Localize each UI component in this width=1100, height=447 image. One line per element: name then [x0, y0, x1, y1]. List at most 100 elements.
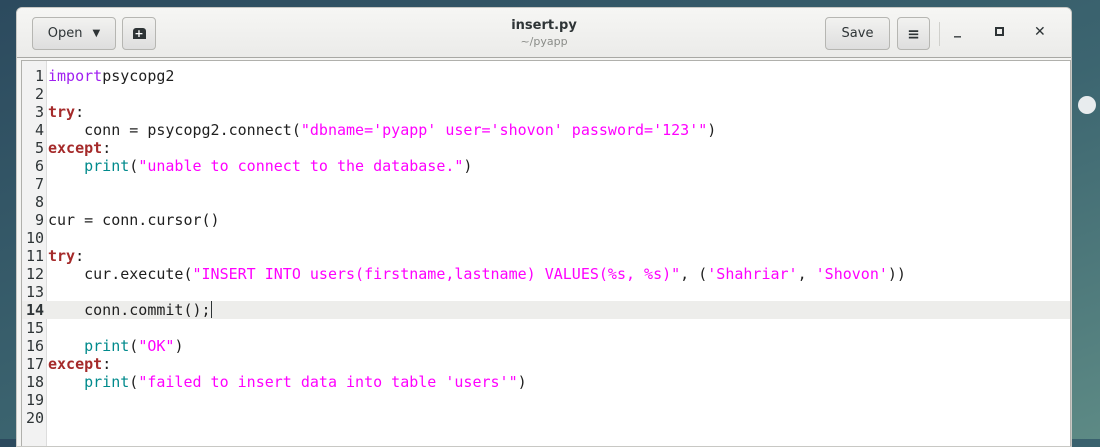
line-number: 13 [25, 283, 44, 301]
line-number: 10 [25, 229, 44, 247]
code-line[interactable]: 3 try: [22, 103, 1070, 121]
code-line[interactable]: 4 conn = psycopg2.connect("dbname='pyapp… [22, 121, 1070, 139]
code-text: conn.commit(); [48, 301, 212, 319]
save-button[interactable]: Save [825, 17, 890, 50]
code-token: conn.commit(); [48, 301, 211, 319]
code-token: ( [129, 337, 139, 355]
code-text: importpsycopg2 [48, 67, 174, 85]
close-button[interactable]: ✕ [1034, 24, 1046, 40]
code-token: except [48, 139, 103, 157]
text-cursor [210, 301, 212, 318]
desktop-icon [1078, 96, 1096, 114]
code-text: print("OK") [48, 337, 183, 355]
code-line[interactable]: 18 print("failed to insert data into tab… [22, 373, 1070, 391]
code-line[interactable]: 13 [22, 283, 1070, 301]
code-token: ( [129, 157, 139, 175]
code-line[interactable]: 10 [22, 229, 1070, 247]
maximize-button[interactable] [995, 27, 1004, 36]
code-line[interactable]: 15 [22, 319, 1070, 337]
code-token: 'Shovon' [815, 265, 888, 283]
code-token: print [48, 157, 130, 175]
line-number: 17 [25, 355, 44, 373]
code-token: , ( [680, 265, 708, 283]
code-token: ( [129, 373, 139, 391]
line-number: 12 [25, 265, 44, 283]
code-token: cur.execute( [48, 265, 193, 283]
code-token: ) [174, 337, 184, 355]
code-text: try: [48, 247, 84, 265]
line-number: 8 [34, 193, 44, 211]
code-token: "INSERT INTO users(firstname,lastname) V… [192, 265, 681, 283]
line-number: 9 [34, 211, 44, 229]
code-text: except: [48, 355, 111, 373]
code-line[interactable]: 7 [22, 175, 1070, 193]
code-token: 'Shahriar' [707, 265, 798, 283]
code-token: print [48, 373, 130, 391]
code-token: try [48, 247, 76, 265]
code-token: "OK" [138, 337, 175, 355]
code-token: , [797, 265, 816, 283]
close-icon: ✕ [1034, 24, 1046, 40]
code-token: cur = conn.cursor() [48, 211, 220, 229]
line-number: 5 [34, 139, 44, 157]
code-line[interactable]: 1 importpsycopg2 [22, 67, 1070, 85]
line-number: 14 [25, 301, 44, 319]
code-line[interactable]: 14 conn.commit(); [22, 301, 1070, 319]
menu-button[interactable]: ≡ [897, 17, 930, 50]
code-line[interactable]: 17 except: [22, 355, 1070, 373]
divider [939, 22, 940, 46]
code-line[interactable]: 12 cur.execute("INSERT INTO users(firstn… [22, 265, 1070, 283]
code-text: cur.execute("INSERT INTO users(firstname… [48, 265, 906, 283]
code-line[interactable]: 6 print("unable to connect to the databa… [22, 157, 1070, 175]
code-text: print("failed to insert data into table … [48, 373, 527, 391]
header-bar: Open ▼ + insert.py ~/pyapp Save ≡ _ ✕ [17, 8, 1071, 58]
save-label: Save [841, 26, 874, 41]
line-number: 18 [25, 373, 44, 391]
code-token: "dbname='pyapp' user='shovon' password='… [300, 121, 708, 139]
line-number: 15 [25, 319, 44, 337]
code-line[interactable]: 5 except: [22, 139, 1070, 157]
code-token: print [48, 337, 130, 355]
line-number: 11 [25, 247, 44, 265]
code-line[interactable]: 20 [22, 409, 1070, 427]
code-token: : [75, 247, 85, 265]
line-number: 7 [34, 175, 44, 193]
line-number: 4 [34, 121, 44, 139]
code-token: import [48, 67, 103, 85]
code-token: )) [887, 265, 906, 283]
code-text: conn = psycopg2.connect("dbname='pyapp' … [48, 121, 716, 139]
line-number: 16 [25, 337, 44, 355]
hamburger-icon: ≡ [907, 24, 920, 43]
code-line[interactable]: 2 [22, 85, 1070, 103]
minimize-icon: _ [954, 22, 961, 38]
line-number: 20 [25, 409, 44, 427]
code-line[interactable]: 8 [22, 193, 1070, 211]
code-line[interactable]: 9 cur = conn.cursor() [22, 211, 1070, 229]
line-number: 6 [34, 157, 44, 175]
code-token: : [102, 355, 112, 373]
minimize-button[interactable]: _ [954, 22, 961, 38]
line-number: 19 [25, 391, 44, 409]
line-number: 1 [34, 67, 44, 85]
code-token: try [48, 103, 76, 121]
code-line[interactable]: 11 try: [22, 247, 1070, 265]
code-text: except: [48, 139, 111, 157]
line-number: 3 [34, 103, 44, 121]
code-token: ) [707, 121, 717, 139]
code-line[interactable]: 19 [22, 391, 1070, 409]
code-line[interactable]: 16 print("OK") [22, 337, 1070, 355]
editor-window: Open ▼ + insert.py ~/pyapp Save ≡ _ ✕ 1i… [16, 7, 1072, 447]
code-text: try: [48, 103, 84, 121]
code-text: cur = conn.cursor() [48, 211, 220, 229]
code-token: : [102, 139, 112, 157]
code-token: conn = psycopg2.connect( [48, 121, 301, 139]
code-token: ) [517, 373, 527, 391]
code-text: print("unable to connect to the database… [48, 157, 472, 175]
code-token: : [75, 103, 85, 121]
code-token: "unable to connect to the database." [138, 157, 464, 175]
code-token: ) [463, 157, 473, 175]
code-token: except [48, 355, 103, 373]
line-number: 2 [34, 85, 44, 103]
code-token: "failed to insert data into table 'users… [138, 373, 518, 391]
code-editor[interactable]: 1 importpsycopg2 2 3 try: 4 conn = psycopg2.c… [21, 60, 1071, 446]
